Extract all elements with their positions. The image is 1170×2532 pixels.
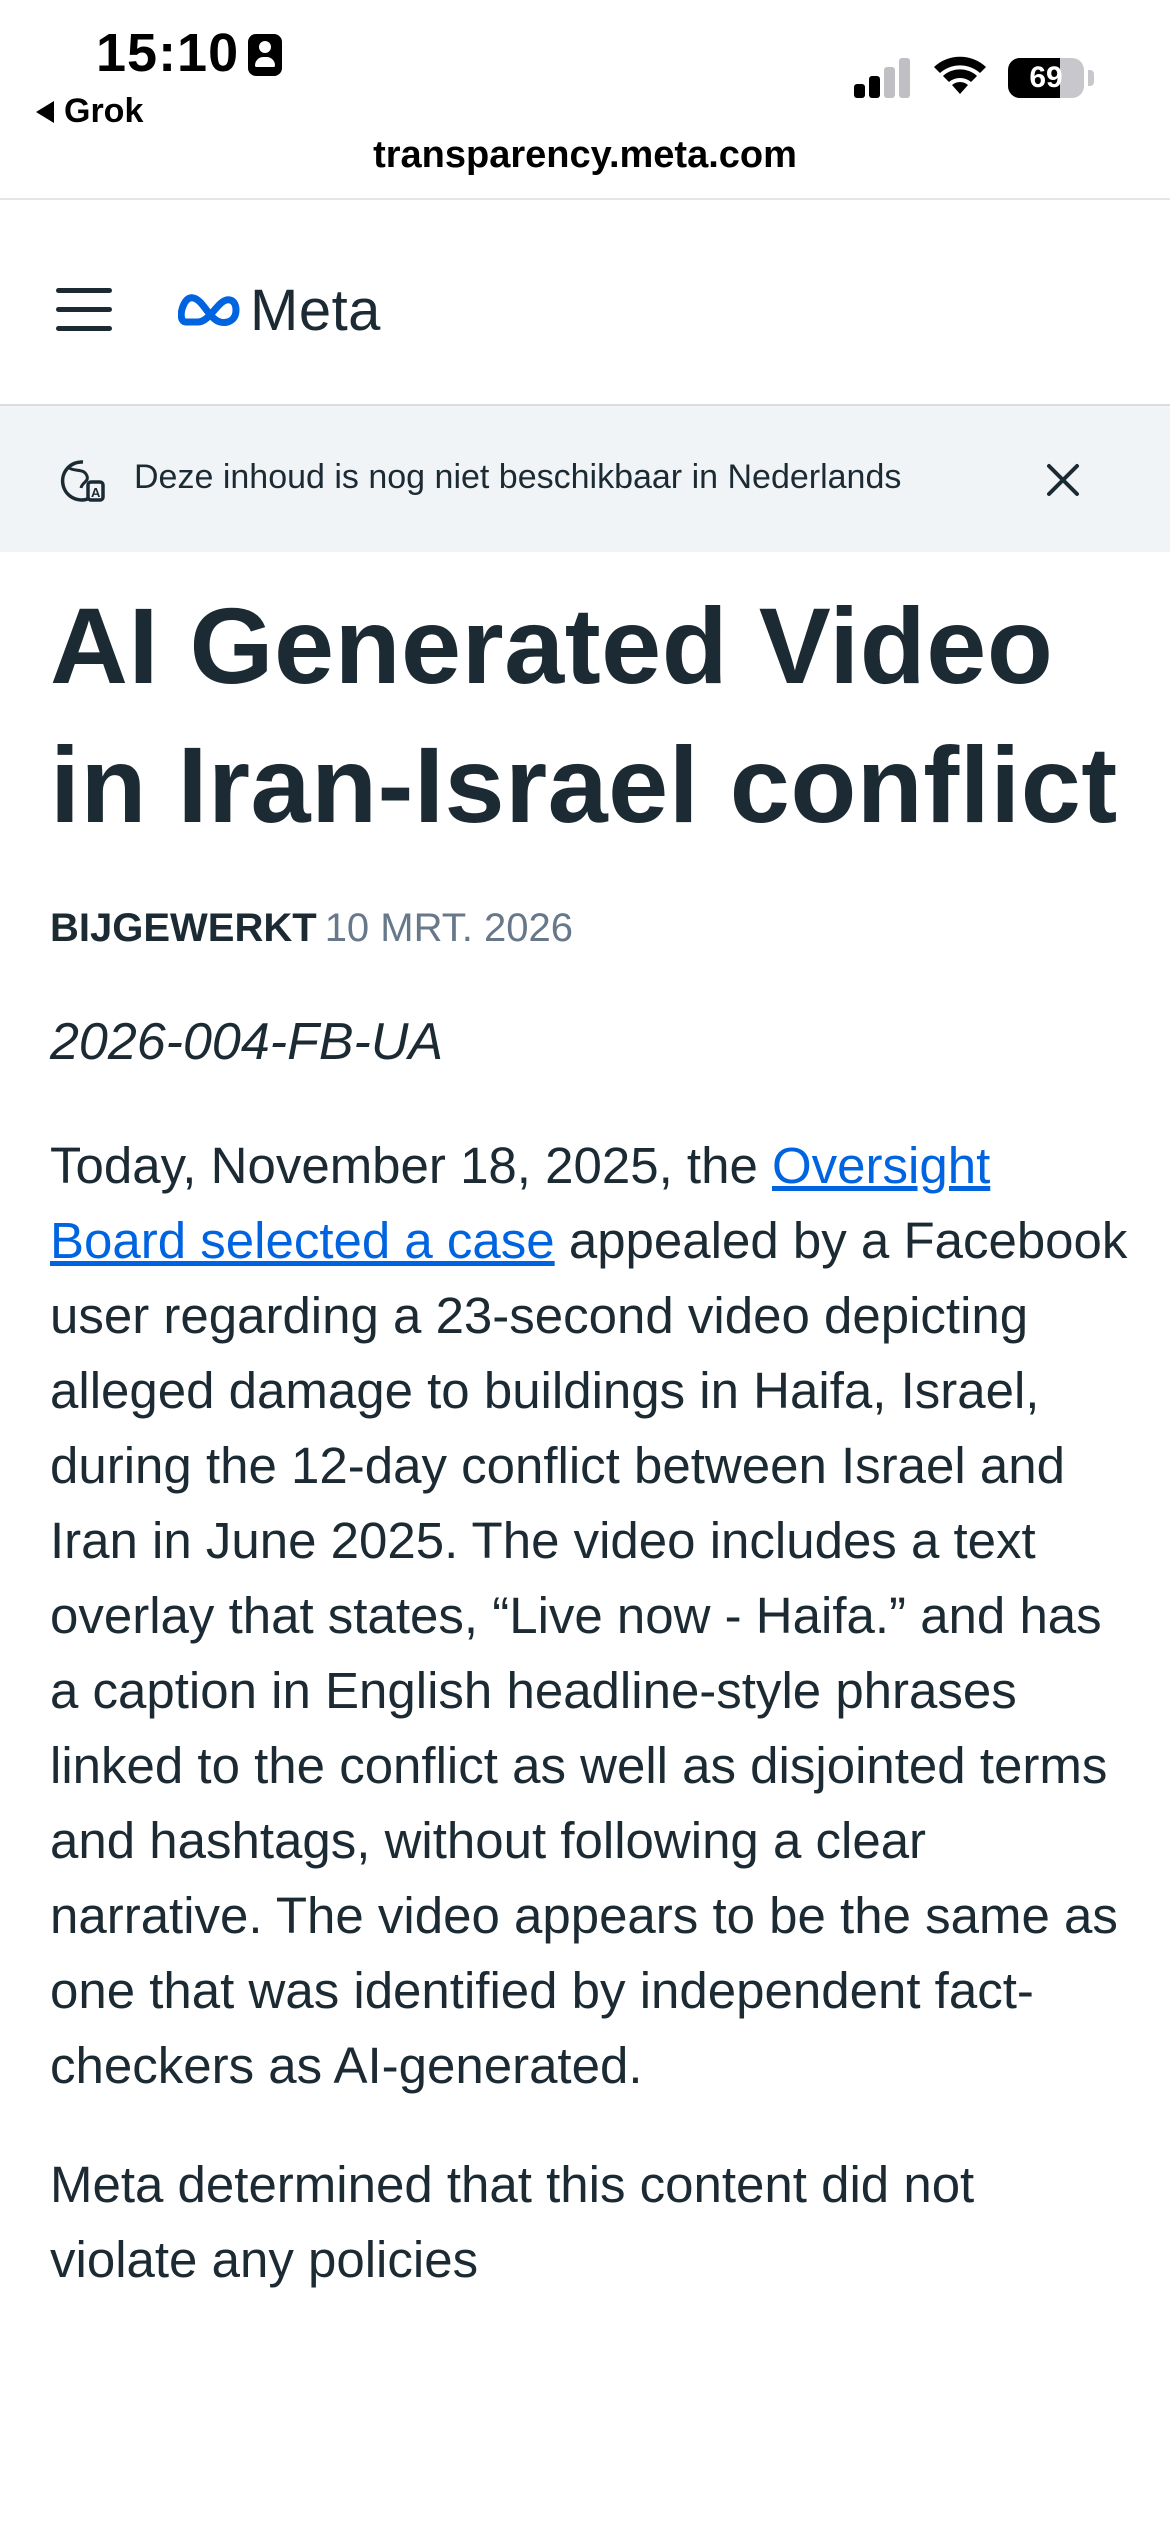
battery-tip — [1088, 70, 1094, 86]
article-paragraph: Today, November 18, 2025, the Oversight … — [50, 1128, 1130, 2103]
paragraph-text-before-link: Today, November 18, 2025, the — [50, 1137, 772, 1194]
close-icon[interactable] — [1043, 460, 1083, 500]
case-id: 2026-004-FB-UA — [50, 1013, 444, 1071]
battery-percentage: 69 — [1029, 61, 1063, 94]
meta-logo-text: Meta — [250, 277, 381, 343]
wifi-icon — [934, 56, 986, 94]
url-bar[interactable]: transparency.meta.com — [0, 134, 1170, 177]
back-triangle-icon — [36, 100, 54, 123]
paragraph-text-after-link: appealed by a Facebook user regarding a … — [50, 1212, 1128, 2094]
menu-icon[interactable] — [56, 288, 112, 332]
updated-label: BIJGEWERKT — [50, 906, 317, 950]
focus-mode-icon — [248, 34, 282, 76]
updated-line: BIJGEWERKT 10 MRT. 2026 — [50, 900, 1130, 956]
translate-icon: A — [60, 460, 105, 502]
article: AI Generated Video in Iran-Israel confli… — [50, 552, 1130, 2297]
page-title: AI Generated Video in Iran-Israel confli… — [50, 585, 1118, 845]
meta-logo[interactable]: Meta — [178, 270, 381, 350]
status-bar: 15:10 Grok 69 transparency.meta.com — [0, 0, 1170, 200]
cellular-signal-icon — [854, 56, 912, 98]
back-app-label: Grok — [64, 92, 144, 130]
language-banner-message: Deze inhoud is nog niet beschikbaar in N… — [134, 458, 902, 496]
svg-text:A: A — [91, 485, 101, 500]
back-to-app-button[interactable]: Grok — [36, 92, 143, 131]
battery-icon: 69 — [1008, 58, 1084, 98]
meta-infinity-icon — [178, 294, 240, 326]
site-header: Meta — [0, 202, 1170, 406]
status-time: 15:10 — [96, 23, 240, 83]
updated-date: 10 MRT. 2026 — [324, 906, 573, 950]
language-banner: A Deze inhoud is nog niet beschikbaar in… — [0, 406, 1170, 552]
article-paragraph-2: Meta determined that this content did no… — [50, 2156, 975, 2288]
